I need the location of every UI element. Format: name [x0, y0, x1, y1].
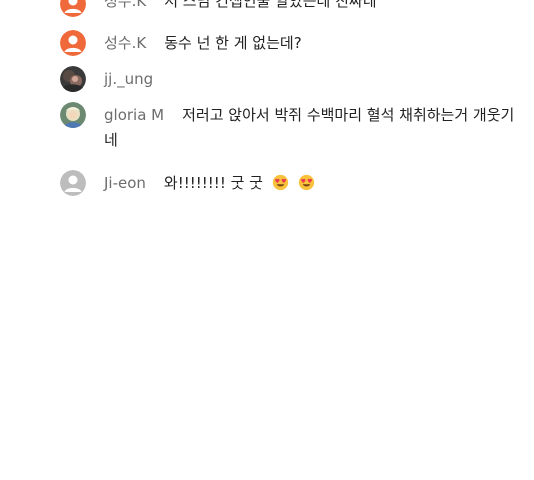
comment-text: 저러고 앉아서 박쥐 수백마리 혈석 채취하는거 개웃기네 [104, 106, 515, 149]
comment-content: jj._ung [104, 67, 520, 92]
comment-list: 성수.K 저 스님 컨셉인줄 알았는데 진짜네 성수.K 동수 넌 한 게 없는데? [0, 0, 534, 480]
comment-text: 동수 넌 한 게 없는데? [164, 34, 302, 52]
user-default-icon [60, 170, 86, 196]
comment-item: 성수.K 저 스님 컨셉인줄 알았는데 진짜네 [60, 0, 520, 23]
comment-item: Ji-eon 와!!!!!!!! 굿 굿 [60, 170, 520, 198]
username[interactable]: 성수.K [104, 34, 146, 52]
avatar[interactable] [60, 0, 86, 17]
profile-photo-icon [60, 66, 86, 92]
comment-content: 성수.K 저 스님 컨셉인줄 알았는데 진짜네 [104, 0, 520, 14]
user-default-icon [60, 0, 86, 17]
comment-item: jj._ung [60, 66, 520, 94]
avatar[interactable] [60, 170, 86, 196]
profile-photo-icon [60, 102, 86, 128]
username[interactable]: Ji-eon [104, 174, 146, 192]
avatar[interactable] [60, 102, 86, 128]
comment-text: 저 스님 컨셉인줄 알았는데 진짜네 [164, 0, 377, 10]
comment-text: 와!!!!!!!! 굿 굿 [163, 174, 263, 192]
heart-eyes-emoji-icon [272, 174, 288, 191]
username[interactable]: gloria M [104, 106, 164, 124]
comment-content: 성수.K 동수 넌 한 게 없는데? [104, 31, 520, 56]
avatar[interactable] [60, 66, 86, 92]
username[interactable]: 성수.K [104, 0, 146, 10]
username[interactable]: jj._ung [104, 70, 153, 88]
comment-content: Ji-eon 와!!!!!!!! 굿 굿 [104, 171, 520, 196]
heart-eyes-emoji-icon [298, 174, 314, 191]
avatar[interactable] [60, 30, 86, 56]
comment-item: 성수.K 동수 넌 한 게 없는데? [60, 30, 520, 58]
user-default-icon [60, 30, 86, 56]
comment-content: gloria M 저러고 앉아서 박쥐 수백마리 혈석 채취하는거 개웃기네 [104, 103, 520, 153]
comment-item: gloria M 저러고 앉아서 박쥐 수백마리 혈석 채취하는거 개웃기네 [60, 102, 520, 154]
